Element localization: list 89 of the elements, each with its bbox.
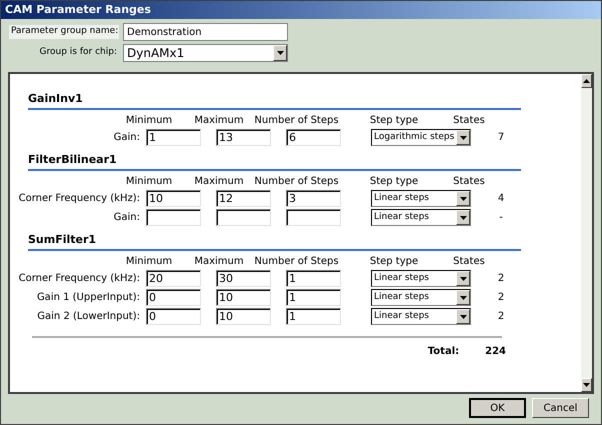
dropdown-button[interactable] [456, 191, 470, 206]
step-type-dropdown[interactable]: Logarithmic steps [371, 129, 471, 146]
dropdown-button[interactable] [456, 309, 470, 324]
input-field[interactable]: 30 [216, 270, 271, 287]
total-value: 224 [485, 345, 506, 359]
ok-button[interactable]: OK [469, 398, 526, 418]
cancel-button[interactable]: Cancel [532, 398, 589, 418]
caret-icon [276, 51, 284, 55]
row-label: Corner Frequency (kHz): [18, 192, 140, 206]
column-header: Step type [370, 175, 418, 189]
states-value: 7 [498, 131, 504, 145]
column-header: Step type [370, 255, 418, 269]
scrollbar[interactable] [581, 74, 592, 392]
column-header: Number of Steps [254, 114, 339, 128]
input-field[interactable]: 0 [146, 308, 201, 325]
column-header: States [453, 114, 485, 128]
chip-dropdown[interactable]: DynAMx1 [123, 44, 288, 62]
column-header: Number of Steps [254, 255, 339, 269]
dropdown-button[interactable] [456, 130, 470, 145]
input-field[interactable]: 13 [216, 129, 271, 146]
dropdown-value: Linear steps [373, 272, 430, 285]
dropdown-button[interactable] [456, 271, 470, 286]
section-title: FilterBilinear1 [28, 153, 118, 167]
states-value: 2 [498, 291, 504, 305]
row-label: Corner Frequency (kHz): [18, 272, 140, 286]
column-header: Maximum [194, 175, 244, 189]
caret-icon [460, 136, 466, 140]
dropdown-value: Linear steps [373, 192, 430, 205]
column-header: Minimum [126, 255, 172, 269]
dropdown-button[interactable] [456, 290, 470, 305]
caret-icon [460, 196, 466, 200]
input-field[interactable]: 20 [146, 270, 201, 287]
column-header: States [453, 175, 485, 189]
input-field[interactable] [286, 209, 341, 226]
caret-icon [460, 314, 466, 318]
input-field[interactable] [216, 209, 271, 226]
dropdown-value: Linear steps [373, 310, 430, 323]
input-field[interactable]: 10 [146, 190, 201, 207]
field-label: Parameter group name: [9, 25, 119, 39]
input-field[interactable] [146, 209, 201, 226]
input-field[interactable]: 0 [146, 289, 201, 306]
dropdown-value: DynAMx1 [126, 45, 186, 62]
input-field[interactable]: 1 [286, 270, 341, 287]
caret-icon [460, 296, 466, 300]
input-field[interactable]: 10 [216, 289, 271, 306]
total-label: Total: [428, 345, 460, 359]
column-header: States [453, 255, 485, 269]
input-field[interactable]: 10 [216, 308, 271, 325]
input-field[interactable]: 6 [286, 129, 341, 146]
column-header: Number of Steps [254, 175, 339, 189]
dropdown-value: Linear steps [373, 210, 430, 224]
input-field[interactable]: Demonstration [123, 23, 288, 41]
input-field[interactable]: 3 [286, 190, 341, 207]
step-type-dropdown[interactable]: Linear steps [371, 289, 471, 306]
section-title: GainInv1 [28, 92, 84, 106]
down-arrow-icon [583, 383, 590, 387]
column-header: Step type [370, 114, 418, 128]
column-header: Maximum [194, 114, 244, 128]
dropdown-button[interactable] [273, 45, 287, 61]
field-label: Group is for chip: [38, 46, 118, 60]
states-value: 4 [498, 192, 504, 206]
input-field[interactable]: 1 [286, 289, 341, 306]
dropdown-value: Logarithmic steps [373, 130, 456, 144]
up-arrow-icon [583, 79, 590, 83]
states-value: 2 [498, 310, 504, 324]
input-field[interactable]: 1 [286, 308, 341, 325]
caret-icon [460, 216, 466, 220]
states-value: - [499, 211, 503, 225]
step-type-dropdown[interactable]: Linear steps [371, 190, 471, 207]
column-header: Maximum [194, 255, 244, 269]
step-type-dropdown[interactable]: Linear steps [371, 209, 471, 226]
scroll-down-button[interactable] [581, 378, 592, 392]
caret-icon [460, 276, 466, 280]
row-label: Gain 2 (LowerInput): [37, 310, 140, 324]
row-label: Gain 1 (UpperInput): [36, 291, 140, 305]
step-type-dropdown[interactable]: Linear steps [371, 308, 471, 325]
dropdown-button[interactable] [456, 210, 470, 225]
row-label: Gain: [114, 131, 140, 145]
scroll-up-button[interactable] [581, 74, 592, 88]
row-label: Gain: [114, 211, 140, 225]
dropdown-value: Linear steps [373, 290, 430, 304]
section-title: SumFilter1 [28, 233, 98, 247]
step-type-dropdown[interactable]: Linear steps [371, 270, 471, 287]
column-header: Minimum [126, 175, 172, 189]
column-header: Minimum [126, 114, 172, 128]
states-value: 2 [498, 272, 504, 286]
input-field[interactable]: 1 [146, 129, 201, 146]
input-field[interactable]: 12 [216, 190, 271, 207]
window-title: CAM Parameter Ranges [5, 2, 151, 18]
